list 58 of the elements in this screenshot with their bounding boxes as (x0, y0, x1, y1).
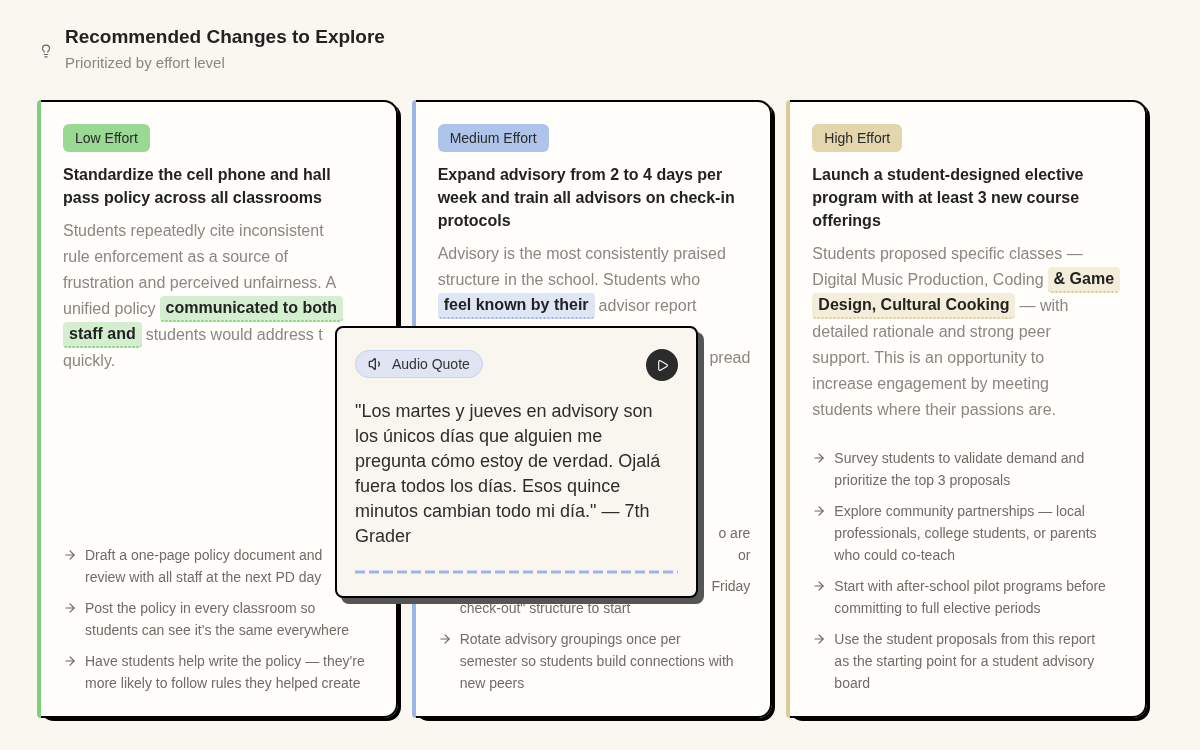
action-text: new peers (459, 673, 525, 693)
play-icon (655, 358, 669, 372)
highlighted-phrase: feel known by their (437, 293, 595, 319)
body-text: pread (709, 348, 751, 368)
card-title: Launch a student-designed elective program with at least 3 new course offerings (812, 165, 1085, 231)
body-text: — with (1019, 296, 1069, 316)
action-text: Rotate advisory groupings once per (459, 629, 681, 649)
action-text: Post the policy in every classroom so (85, 598, 316, 618)
body-text: students where their passions are. (812, 400, 1057, 420)
action-text: Use the student proposals from this report (834, 629, 1096, 649)
action-text: prioritize the top 3 proposals (834, 470, 1011, 490)
play-button[interactable] (646, 349, 678, 381)
quote-text: "Los martes y jueves en advisory son los únicos días que alguien me pregunta cómo estoy de verdad. Ojalá fuera todos los días. Esos quince minutos cambian todo mi día." — 7th Grader (355, 400, 662, 548)
action-text: Friday (711, 576, 751, 596)
lightbulb-icon (39, 42, 53, 60)
action-text: professionals, college students, or parents (834, 523, 1097, 543)
action-text: review with all staff at the next PD day (85, 567, 322, 587)
highlighted-phrase: & Game (1047, 267, 1121, 293)
action-text: semester so students build connections with (459, 651, 734, 671)
body-text: students would address t (145, 325, 323, 345)
body-text: support. This is an opportunity to (812, 348, 1045, 368)
body-text: Digital Music Production, Coding (812, 270, 1044, 290)
highlighted-phrase: Design, Cultural Cooking (812, 293, 1016, 319)
body-text: detailed rationale and strong peer (812, 322, 1051, 342)
body-text: structure in the school. Students who (437, 270, 701, 290)
highlighted-phrase: communicated to both (159, 296, 344, 322)
audio-quote-chip: Audio Quote (355, 350, 483, 378)
action-text: students can see it's the same everywhere (85, 620, 350, 640)
action-text: Draft a one-page policy document and (85, 545, 323, 565)
effort-badge: Low Effort (63, 124, 150, 152)
action-text: o are (718, 523, 751, 543)
action-text: Have students help write the policy — they're (85, 651, 365, 671)
action-text: board (834, 673, 871, 693)
action-text: Start with after-school pilot programs before (834, 576, 1106, 596)
highlighted-phrase: staff and (63, 322, 142, 348)
action-text: as the starting point for a student advisory (834, 651, 1095, 671)
body-text: unified policy (63, 299, 156, 319)
body-text: rule enforcement as a source of (63, 247, 288, 267)
body-text: Advisory is the most consistently praised (437, 244, 726, 264)
action-text: check-out" structure to start (459, 598, 631, 618)
body-text: increase engagement by meeting (812, 374, 1049, 394)
body-text: Students proposed specific classes — (812, 244, 1083, 264)
card-title: Expand advisory from 2 to 4 days per week and train all advisors on check-in protocols (437, 165, 736, 231)
section-title: Recommended Changes to Explore (65, 25, 385, 49)
action-text: Explore community partnerships — local (834, 501, 1085, 521)
action-text: Survey students to validate demand and (834, 448, 1085, 468)
action-text: more likely to follow rules they helped create (85, 673, 361, 693)
action-text: who could co-teach (834, 545, 955, 565)
body-text: frustration and perceived unfairness. A (63, 273, 337, 293)
effort-badge: High Effort (812, 124, 903, 152)
effort-badge: Medium Effort (437, 124, 549, 152)
section-subtitle: Prioritized by effort level (65, 53, 226, 73)
action-text: committing to full elective periods (834, 598, 1041, 618)
action-text: or (737, 545, 751, 565)
card-title: Standardize the cell phone and hall pass policy across all classrooms (63, 165, 332, 208)
body-text: advisor report (598, 296, 697, 316)
body-text: quickly. (63, 351, 116, 371)
body-text: Students repeatedly cite inconsistent (63, 221, 324, 241)
